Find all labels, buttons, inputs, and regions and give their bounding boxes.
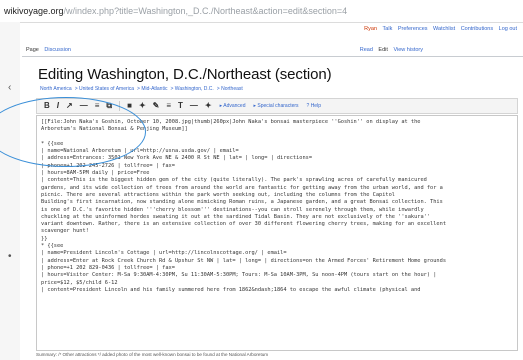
view-tabs: Read Edit View history bbox=[356, 47, 423, 53]
editor-line: Arboretum's National Bonsai & Penjing Mu… bbox=[41, 126, 188, 133]
editor-line: Building's first incarnation, now standi… bbox=[41, 199, 443, 206]
user-nav: Ryan Talk Preferences Watchlist Contribu… bbox=[360, 26, 517, 32]
url-path: /w/index.php?title=Washington,_D.C./Nort… bbox=[63, 6, 348, 16]
tab-read[interactable]: Read bbox=[360, 47, 373, 53]
user-nav-item[interactable]: Talk bbox=[383, 26, 393, 32]
text-button[interactable]: T bbox=[178, 102, 183, 110]
breadcrumb-item[interactable]: United States of America bbox=[79, 86, 134, 92]
tab-discussion[interactable]: Discussion bbox=[44, 47, 71, 53]
dash-button[interactable]: — bbox=[190, 102, 198, 110]
special-button[interactable]: ✦ bbox=[205, 102, 212, 110]
breadcrumb: North America > United States of America >… bbox=[40, 86, 243, 92]
address-bar[interactable]: wikivoyage.org/w/index.php?title=Washing… bbox=[0, 0, 523, 23]
page-tabs: Page Discussion bbox=[26, 47, 75, 53]
user-link[interactable]: Ryan bbox=[364, 26, 377, 32]
editor-line: * {{see bbox=[41, 243, 64, 250]
bold-button[interactable]: B bbox=[44, 102, 50, 110]
editor-line: | name=President Lincoln's Cottage | url… bbox=[41, 250, 287, 257]
line-button[interactable]: — bbox=[80, 102, 88, 110]
user-nav-item[interactable]: Watchlist bbox=[433, 26, 455, 32]
breadcrumb-item[interactable]: Northeast bbox=[221, 86, 243, 92]
user-nav-item[interactable]: Log out bbox=[499, 26, 517, 32]
editor-line: gardens, and its wide collection of tree… bbox=[41, 184, 443, 191]
sidebar-dot-icon: • bbox=[8, 251, 12, 262]
breadcrumb-item[interactable]: North America bbox=[40, 86, 72, 92]
editor-line: | hours=8AM-5PM daily | price=Free bbox=[41, 170, 150, 177]
sidebar: ‹ • bbox=[0, 22, 20, 360]
table-button[interactable]: ≡ bbox=[166, 102, 171, 110]
editor-line: | content=This is the biggest hidden gem… bbox=[41, 177, 427, 184]
help-link[interactable]: ? Help bbox=[307, 103, 321, 109]
editor-line: | content=President Lincoln and his fami… bbox=[41, 286, 421, 293]
editor-line: chuckling at the uninformed hordes sweat… bbox=[41, 213, 431, 220]
list-button[interactable]: ≡ bbox=[95, 102, 100, 110]
edit-summary-field[interactable]: Summary: /* Other attractions */ added p… bbox=[36, 352, 518, 360]
signature-button[interactable]: ✎ bbox=[153, 102, 160, 110]
editor-line: }} bbox=[41, 235, 48, 242]
tab-edit[interactable]: Edit bbox=[378, 47, 387, 53]
breadcrumb-item[interactable]: Washington, D.C. bbox=[175, 86, 214, 92]
toolbar-separator bbox=[119, 101, 121, 111]
collapse-arrow-icon[interactable]: ‹ bbox=[8, 82, 11, 93]
editor-line: | address=Enter at Rock Creek Church Rd … bbox=[41, 257, 447, 264]
embed-button[interactable]: ⧉ bbox=[106, 102, 112, 110]
editor-line: picnic. There are several attractions wi… bbox=[41, 191, 395, 198]
editor-line: price=$12, $5/child 6-12 bbox=[41, 279, 118, 286]
url-domain: wikivoyage.org bbox=[4, 6, 64, 16]
editor-line: | phone=+1 202 245-2726 | tollfree= | fa… bbox=[41, 162, 175, 169]
editor-line: | name=National Arboretum | url=http://u… bbox=[41, 148, 239, 155]
editor-line: [[File:John Naka's Goshin, October 10, 2… bbox=[41, 119, 421, 125]
advanced-link[interactable]: ▸ Advanced bbox=[220, 103, 246, 109]
editor-line: is one of D.C.'s favorite hidden '''cher… bbox=[41, 206, 424, 213]
wikitext-editor[interactable]: [[File:John Naka's Goshin, October 10, 2… bbox=[36, 115, 518, 351]
edit-toolbar: B I ↗ — ≡ ⧉ ■ ✦ ✎ ≡ T — ✦ ▸ Advanced ▸ S… bbox=[36, 98, 518, 114]
editor-line: variant downtown. Rather, there is an ex… bbox=[41, 221, 447, 228]
editor-line: * {{see bbox=[41, 140, 64, 147]
user-nav-item[interactable]: Contributions bbox=[461, 26, 493, 32]
tab-history[interactable]: View history bbox=[393, 47, 423, 53]
editor-line: | address=Entrances: 3501 New York Ave N… bbox=[41, 155, 313, 162]
link-button[interactable]: ↗ bbox=[66, 102, 73, 110]
tab-page[interactable]: Page bbox=[26, 47, 39, 53]
page-title: Editing Washington, D.C./Northeast (sect… bbox=[38, 66, 332, 83]
special-characters-link[interactable]: ▸ Special characters bbox=[254, 103, 299, 109]
editor-line: | hours=Visitor Center: M-Sa 9:30AM-4:30… bbox=[41, 272, 437, 279]
editor-line: scavenger hunt! bbox=[41, 228, 89, 235]
image-button[interactable]: ■ bbox=[127, 102, 132, 110]
user-nav-item[interactable]: Preferences bbox=[398, 26, 428, 32]
breadcrumb-item[interactable]: Mid-Atlantic bbox=[141, 86, 167, 92]
editor-line: | phone=+1 202 829-0436 | tollfree= | fa… bbox=[41, 264, 175, 271]
gallery-button[interactable]: ✦ bbox=[139, 102, 146, 110]
italic-button[interactable]: I bbox=[57, 102, 59, 110]
